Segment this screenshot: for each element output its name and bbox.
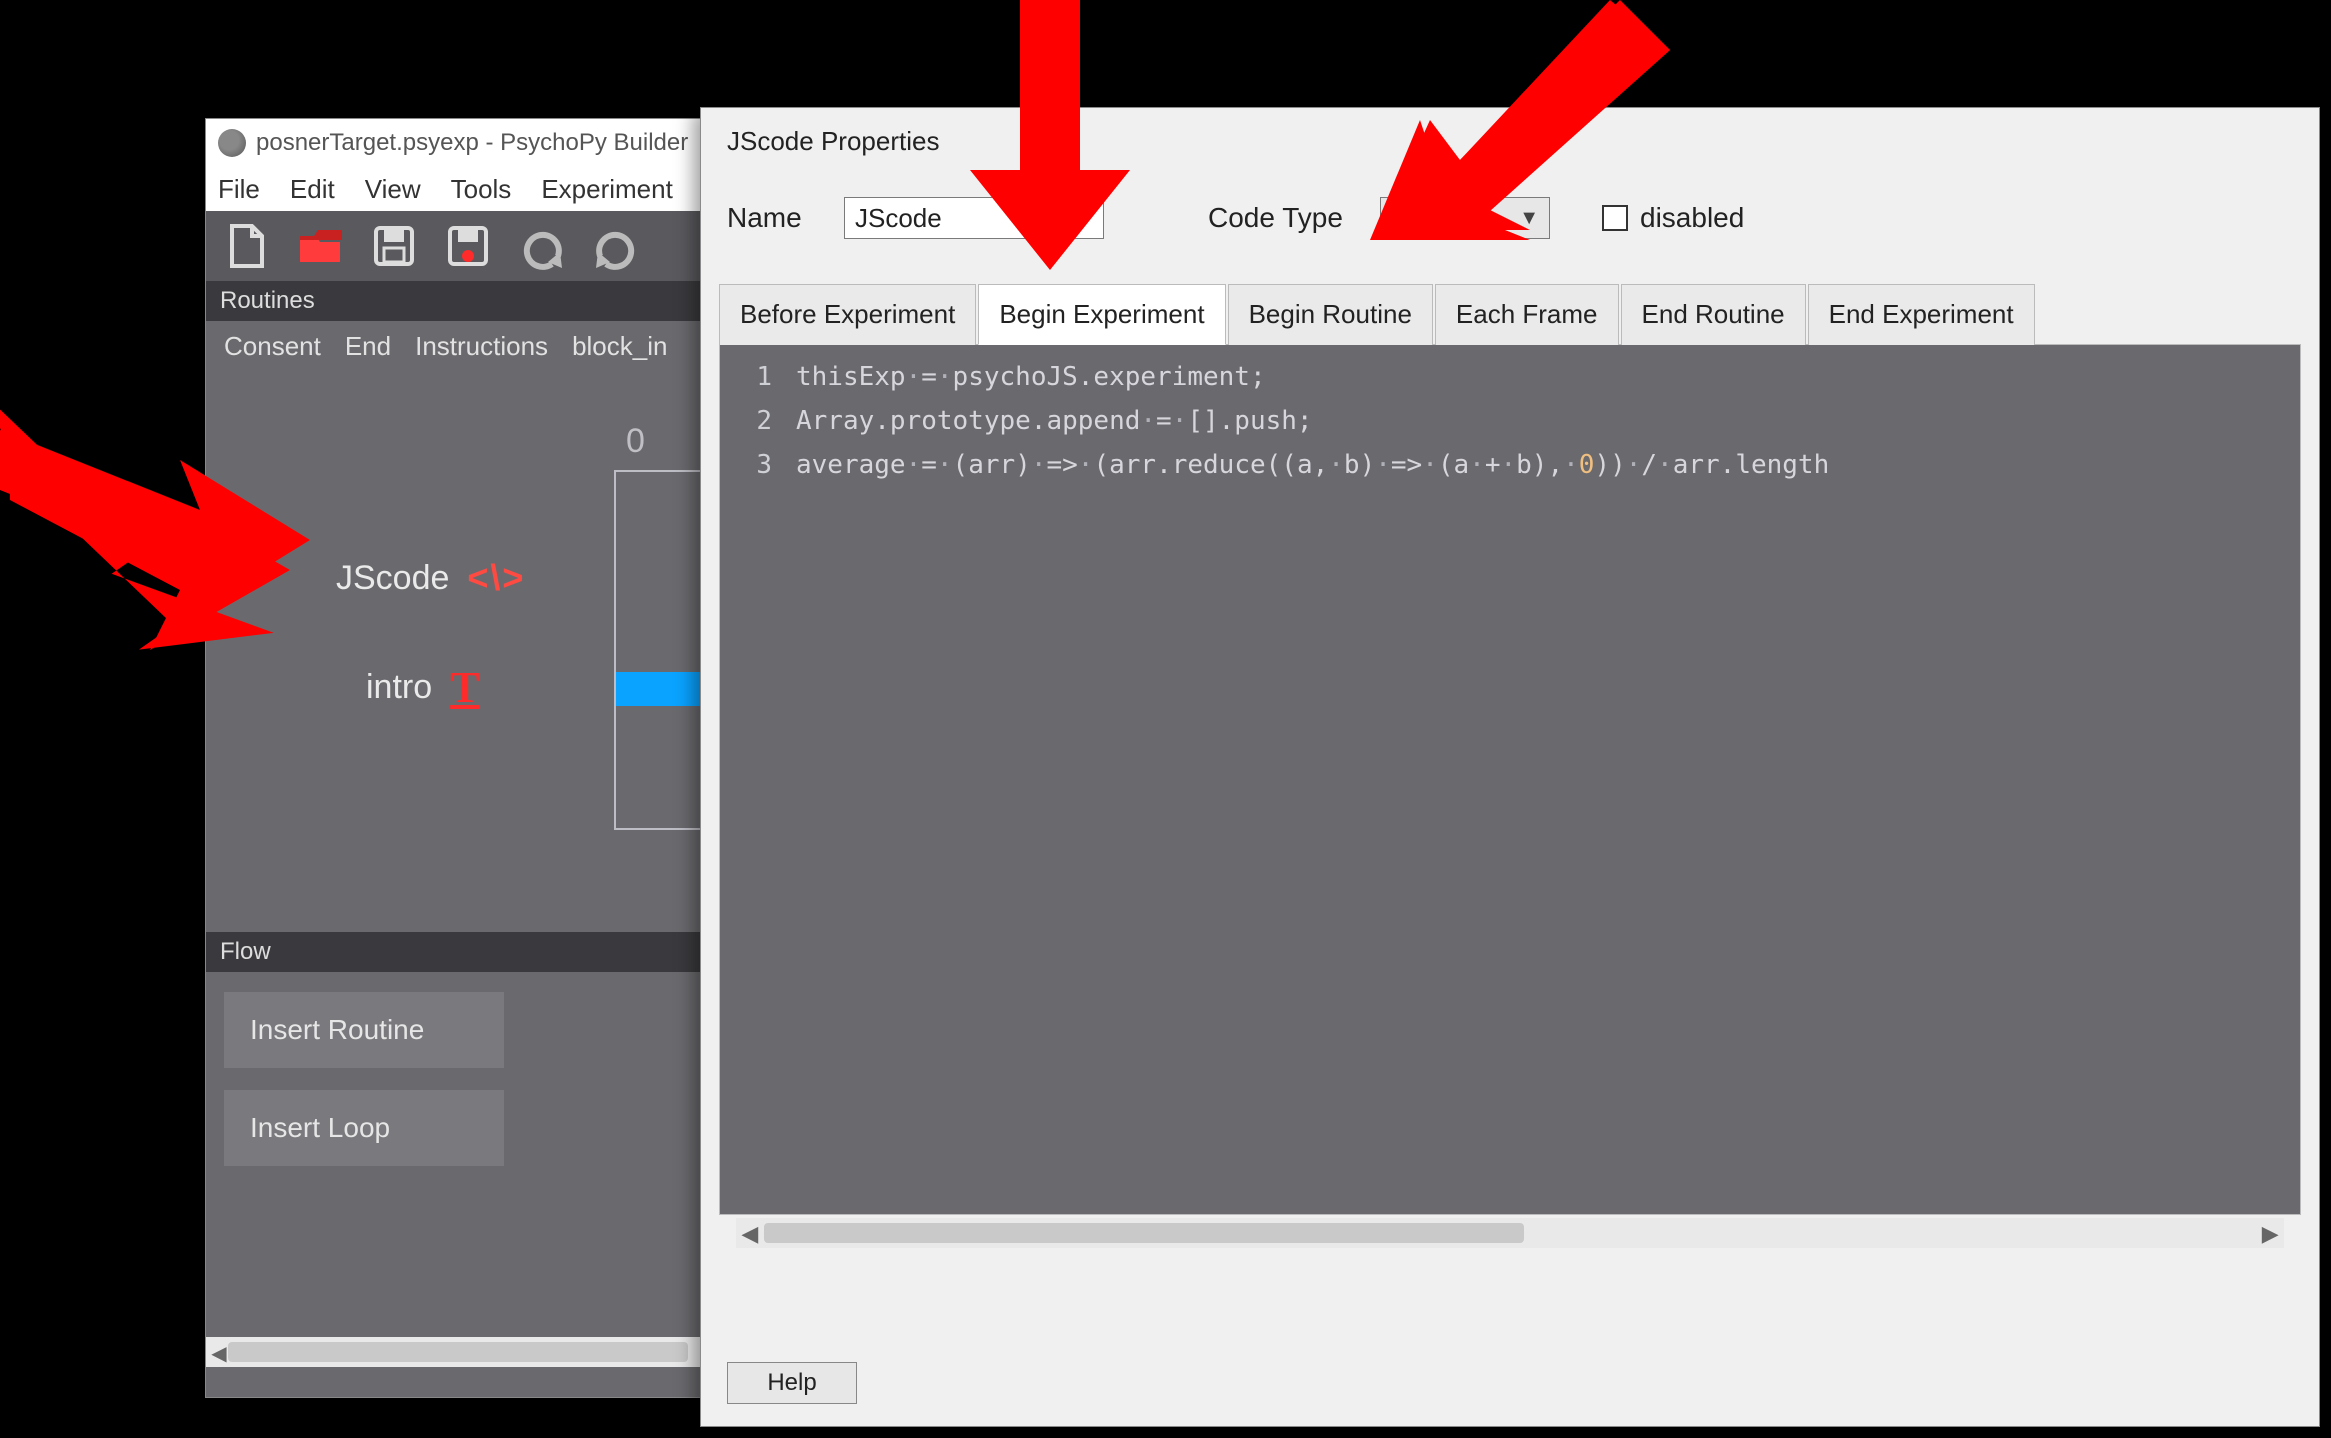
dialog-footer: Help bbox=[727, 1362, 857, 1404]
tab-end-experiment[interactable]: End Experiment bbox=[1808, 284, 2035, 345]
menu-view[interactable]: View bbox=[365, 174, 421, 205]
tab-begin-routine[interactable]: Begin Routine bbox=[1228, 284, 1433, 345]
help-button[interactable]: Help bbox=[727, 1362, 857, 1404]
code-component-icon: <\> bbox=[467, 557, 525, 599]
app-icon bbox=[218, 129, 246, 157]
code-horizontal-scrollbar[interactable]: ◀ ▶ bbox=[736, 1218, 2284, 1248]
new-file-icon[interactable] bbox=[218, 218, 274, 274]
component-intro[interactable]: intro T bbox=[366, 662, 480, 713]
code-editor[interactable]: 1 2 3 thisExp·=·psychoJS.experiment; Arr… bbox=[719, 345, 2301, 1215]
component-jscode[interactable]: JScode <\> bbox=[336, 557, 525, 599]
scroll-left-icon[interactable]: ◀ bbox=[738, 1221, 762, 1245]
insert-routine-button[interactable]: Insert Routine bbox=[224, 992, 504, 1068]
routine-tab-instructions[interactable]: Instructions bbox=[415, 331, 548, 362]
codetype-field-label: Code Type bbox=[1208, 202, 1358, 234]
disabled-label: disabled bbox=[1640, 202, 1744, 234]
chevron-down-icon: ▼ bbox=[1519, 207, 1539, 230]
insert-loop-button[interactable]: Insert Loop bbox=[224, 1090, 504, 1166]
dialog-title: JScode Properties bbox=[701, 108, 2319, 167]
code-gutter: 1 2 3 bbox=[720, 345, 784, 1214]
name-field-label: Name bbox=[727, 202, 822, 234]
builder-title-text: posnerTarget.psyexp - PsychoPy Builder bbox=[256, 129, 688, 157]
code-text[interactable]: thisExp·=·psychoJS.experiment; Array.pro… bbox=[784, 345, 2300, 1214]
flow-label: Flow bbox=[220, 938, 271, 965]
timeline-tick-0: 0 bbox=[626, 422, 645, 461]
tab-end-routine[interactable]: End Routine bbox=[1621, 284, 1806, 345]
menu-file[interactable]: File bbox=[218, 174, 260, 205]
component-intro-label: intro bbox=[366, 668, 432, 707]
disabled-checkbox-group[interactable]: disabled bbox=[1602, 202, 1744, 234]
name-field-input[interactable] bbox=[844, 197, 1104, 239]
codetype-select[interactable]: JS ▼ bbox=[1380, 197, 1550, 239]
text-component-icon: T bbox=[450, 662, 479, 713]
save-as-icon[interactable] bbox=[440, 218, 496, 274]
scroll-thumb[interactable] bbox=[764, 1223, 1524, 1243]
menu-edit[interactable]: Edit bbox=[290, 174, 335, 205]
tab-begin-experiment[interactable]: Begin Experiment bbox=[978, 284, 1225, 345]
codetype-value: JS bbox=[1391, 203, 1421, 234]
disabled-checkbox[interactable] bbox=[1602, 205, 1628, 231]
scroll-thumb[interactable] bbox=[228, 1342, 688, 1362]
routine-tab-end[interactable]: End bbox=[345, 331, 391, 362]
line-number: 2 bbox=[720, 399, 772, 443]
dialog-fields-row: Name Code Type JS ▼ disabled bbox=[701, 167, 2319, 259]
save-icon[interactable] bbox=[366, 218, 422, 274]
menu-tools[interactable]: Tools bbox=[451, 174, 512, 205]
line-number: 3 bbox=[720, 443, 772, 487]
tab-each-frame[interactable]: Each Frame bbox=[1435, 284, 1619, 345]
undo-icon[interactable] bbox=[514, 218, 570, 274]
open-file-icon[interactable] bbox=[292, 218, 348, 274]
scroll-right-icon[interactable]: ▶ bbox=[2258, 1221, 2282, 1245]
scroll-left-icon[interactable]: ◀ bbox=[208, 1341, 230, 1363]
jscode-properties-dialog: JScode Properties Name Code Type JS ▼ di… bbox=[700, 107, 2320, 1427]
routine-tab-consent[interactable]: Consent bbox=[224, 331, 321, 362]
code-tabs: Before Experiment Begin Experiment Begin… bbox=[719, 283, 2301, 345]
redo-icon[interactable] bbox=[588, 218, 644, 274]
component-jscode-label: JScode bbox=[336, 559, 449, 598]
tab-before-experiment[interactable]: Before Experiment bbox=[719, 284, 976, 345]
routines-label: Routines bbox=[220, 287, 315, 314]
routine-tab-blockin[interactable]: block_in bbox=[572, 331, 667, 362]
line-number: 1 bbox=[720, 355, 772, 399]
menu-experiment[interactable]: Experiment bbox=[541, 174, 673, 205]
